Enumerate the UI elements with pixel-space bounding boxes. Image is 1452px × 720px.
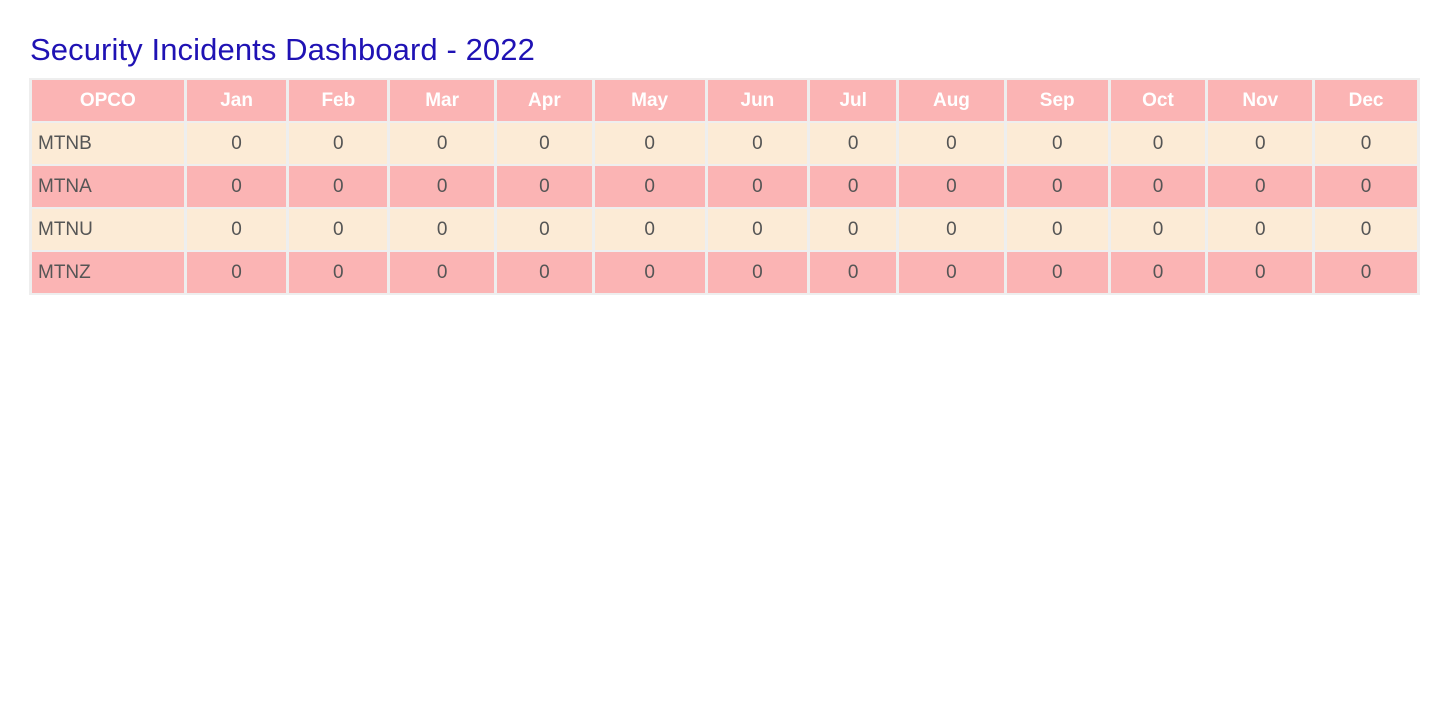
value-cell: 0 [186, 123, 287, 164]
value-cell: 0 [810, 123, 897, 164]
table-row: MTNZ 0 0 0 0 0 0 0 0 0 0 0 0 [32, 252, 1417, 293]
value-cell: 0 [1110, 123, 1206, 164]
column-header-aug[interactable]: Aug [899, 80, 1004, 121]
value-cell: 0 [289, 252, 388, 293]
table-header: OPCO Jan Feb Mar Apr May Jun Jul Aug Sep… [32, 80, 1417, 121]
opco-cell: MTNB [32, 123, 184, 164]
value-cell: 0 [707, 252, 808, 293]
value-cell: 0 [899, 209, 1004, 250]
value-cell: 0 [186, 209, 287, 250]
value-cell: 0 [289, 123, 388, 164]
opco-cell: MTNU [32, 209, 184, 250]
column-header-feb[interactable]: Feb [289, 80, 388, 121]
value-cell: 0 [1110, 209, 1206, 250]
value-cell: 0 [1208, 123, 1313, 164]
value-cell: 0 [1315, 166, 1417, 207]
value-cell: 0 [810, 166, 897, 207]
value-cell: 0 [289, 166, 388, 207]
column-header-nov[interactable]: Nov [1208, 80, 1313, 121]
value-cell: 0 [496, 123, 592, 164]
value-cell: 0 [899, 166, 1004, 207]
opco-cell: MTNA [32, 166, 184, 207]
column-header-sep[interactable]: Sep [1006, 80, 1108, 121]
value-cell: 0 [496, 252, 592, 293]
value-cell: 0 [707, 166, 808, 207]
value-cell: 0 [390, 209, 494, 250]
value-cell: 0 [1006, 252, 1108, 293]
column-header-apr[interactable]: Apr [496, 80, 592, 121]
value-cell: 0 [899, 252, 1004, 293]
value-cell: 0 [186, 252, 287, 293]
page-title: Security Incidents Dashboard - 2022 [30, 32, 535, 67]
table-row: MTNB 0 0 0 0 0 0 0 0 0 0 0 0 [32, 123, 1417, 164]
incidents-table: OPCO Jan Feb Mar Apr May Jun Jul Aug Sep… [29, 78, 1420, 295]
table-row: MTNU 0 0 0 0 0 0 0 0 0 0 0 0 [32, 209, 1417, 250]
value-cell: 0 [289, 209, 388, 250]
value-cell: 0 [594, 123, 705, 164]
value-cell: 0 [594, 209, 705, 250]
value-cell: 0 [1208, 252, 1313, 293]
value-cell: 0 [1110, 252, 1206, 293]
value-cell: 0 [496, 166, 592, 207]
incidents-table-wrapper: OPCO Jan Feb Mar Apr May Jun Jul Aug Sep… [29, 78, 1422, 295]
value-cell: 0 [1006, 166, 1108, 207]
header-row: OPCO Jan Feb Mar Apr May Jun Jul Aug Sep… [32, 80, 1417, 121]
table-body: MTNB 0 0 0 0 0 0 0 0 0 0 0 0 MTNA 0 0 0 … [32, 123, 1417, 293]
value-cell: 0 [594, 166, 705, 207]
value-cell: 0 [1315, 123, 1417, 164]
value-cell: 0 [390, 123, 494, 164]
value-cell: 0 [1006, 209, 1108, 250]
opco-cell: MTNZ [32, 252, 184, 293]
value-cell: 0 [390, 252, 494, 293]
dashboard-page: Security Incidents Dashboard - 2022 OPCO… [29, 30, 1422, 295]
column-header-opco[interactable]: OPCO [32, 80, 184, 121]
value-cell: 0 [496, 209, 592, 250]
value-cell: 0 [186, 166, 287, 207]
value-cell: 0 [1315, 252, 1417, 293]
value-cell: 0 [1208, 209, 1313, 250]
value-cell: 0 [810, 252, 897, 293]
column-header-jul[interactable]: Jul [810, 80, 897, 121]
value-cell: 0 [707, 123, 808, 164]
value-cell: 0 [1208, 166, 1313, 207]
column-header-jan[interactable]: Jan [186, 80, 287, 121]
value-cell: 0 [1006, 123, 1108, 164]
column-header-mar[interactable]: Mar [390, 80, 494, 121]
column-header-jun[interactable]: Jun [707, 80, 808, 121]
value-cell: 0 [390, 166, 494, 207]
value-cell: 0 [1110, 166, 1206, 207]
value-cell: 0 [707, 209, 808, 250]
column-header-may[interactable]: May [594, 80, 705, 121]
column-header-oct[interactable]: Oct [1110, 80, 1206, 121]
value-cell: 0 [1315, 209, 1417, 250]
value-cell: 0 [810, 209, 897, 250]
table-row: MTNA 0 0 0 0 0 0 0 0 0 0 0 0 [32, 166, 1417, 207]
value-cell: 0 [899, 123, 1004, 164]
column-header-dec[interactable]: Dec [1315, 80, 1417, 121]
value-cell: 0 [594, 252, 705, 293]
